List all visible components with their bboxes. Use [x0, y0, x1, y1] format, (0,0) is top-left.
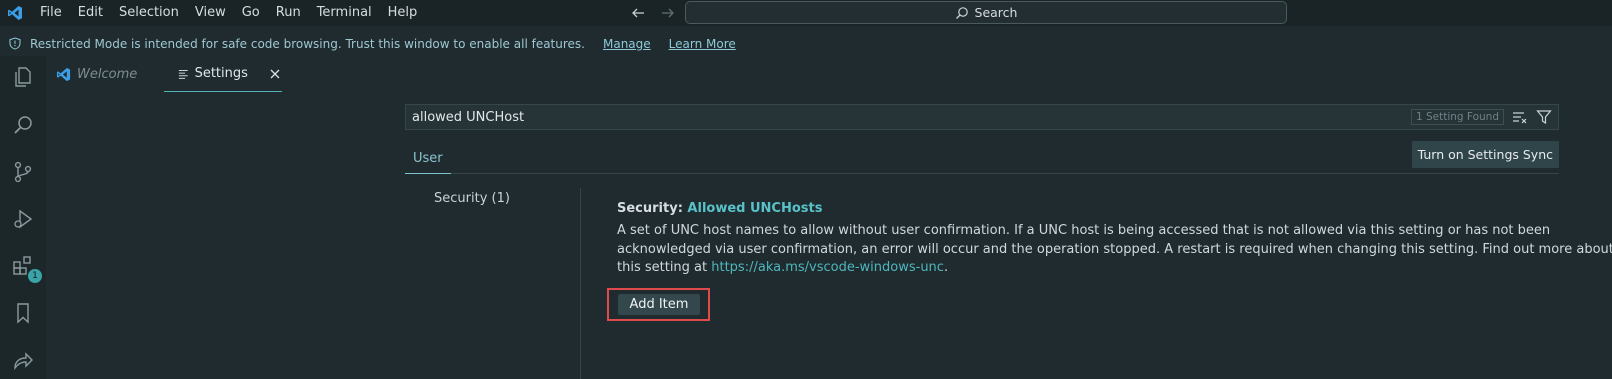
toc-divider: [580, 188, 581, 379]
run-debug-icon[interactable]: [6, 202, 40, 236]
source-control-icon[interactable]: [6, 155, 40, 189]
forward-arrow-icon[interactable]: [660, 5, 676, 21]
vscode-logo-icon: [0, 0, 30, 26]
bookmark-icon[interactable]: [6, 296, 40, 330]
command-center-label: Search: [974, 5, 1018, 20]
menu-view[interactable]: View: [187, 0, 234, 26]
shield-icon: [8, 37, 22, 51]
editor-tab-bar: Welcome Settings: [46, 56, 1612, 92]
tab-user-settings[interactable]: User: [405, 144, 451, 174]
settings-list-icon: [178, 69, 188, 79]
remote-explorer-icon[interactable]: [6, 343, 40, 377]
clear-filter-icon[interactable]: [1510, 107, 1530, 127]
extensions-icon[interactable]: 1: [6, 249, 42, 283]
add-item-button[interactable]: Add Item: [618, 294, 700, 315]
filter-icon[interactable]: [1534, 107, 1554, 127]
command-center-search[interactable]: Search: [685, 1, 1287, 24]
add-item-highlight: Add Item: [607, 288, 710, 321]
close-icon[interactable]: [268, 66, 282, 82]
menu-selection[interactable]: Selection: [111, 0, 187, 26]
setting-title: Security: Allowed UNCHosts: [617, 201, 822, 216]
manage-link[interactable]: Manage: [603, 37, 651, 51]
banner-text: Restricted Mode is intended for safe cod…: [30, 36, 585, 51]
title-bar: File Edit Selection View Go Run Terminal…: [0, 0, 1612, 26]
turn-on-settings-sync-button[interactable]: Turn on Settings Sync: [1411, 141, 1559, 168]
restricted-mode-banner: Restricted Mode is intended for safe cod…: [0, 31, 1612, 56]
settings-search-value: allowed UNCHost: [412, 109, 525, 125]
navigation-arrows: [630, 0, 676, 26]
settings-search-input[interactable]: allowed UNCHost 1 Setting Found: [405, 104, 1559, 130]
search-icon[interactable]: [6, 108, 40, 142]
extensions-badge: 1: [28, 269, 42, 283]
tab-welcome[interactable]: Welcome: [46, 56, 162, 92]
menu-go[interactable]: Go: [234, 0, 268, 26]
explorer-icon[interactable]: [6, 60, 40, 94]
setting-name: Allowed UNCHosts: [687, 201, 823, 216]
learn-more-link[interactable]: Learn More: [669, 37, 736, 51]
tab-welcome-label: Welcome: [77, 66, 138, 82]
menu-file[interactable]: File: [32, 0, 70, 26]
menu-terminal[interactable]: Terminal: [309, 0, 380, 26]
setting-description: A set of UNC host names to allow without…: [617, 222, 1612, 278]
setting-category: Security:: [617, 201, 688, 216]
menu-run[interactable]: Run: [268, 0, 309, 26]
tab-settings-label: Settings: [194, 66, 248, 81]
search-icon: [955, 6, 968, 19]
settings-found-count: 1 Setting Found: [1410, 109, 1504, 125]
vscode-logo-icon: [56, 67, 71, 81]
settings-scope-tabs: User Turn on Settings Sync: [405, 141, 1559, 174]
unc-docs-link[interactable]: https://aka.ms/vscode-windows-unc: [711, 260, 944, 275]
activity-bar: 1: [0, 56, 46, 379]
tab-settings[interactable]: Settings: [164, 56, 282, 92]
setting-description-end: .: [943, 260, 949, 275]
menu-edit[interactable]: Edit: [70, 0, 111, 26]
menu-help[interactable]: Help: [380, 0, 426, 26]
back-arrow-icon[interactable]: [630, 5, 646, 21]
toc-item-security[interactable]: Security (1): [434, 191, 510, 206]
menu-bar: File Edit Selection View Go Run Terminal…: [32, 0, 425, 26]
